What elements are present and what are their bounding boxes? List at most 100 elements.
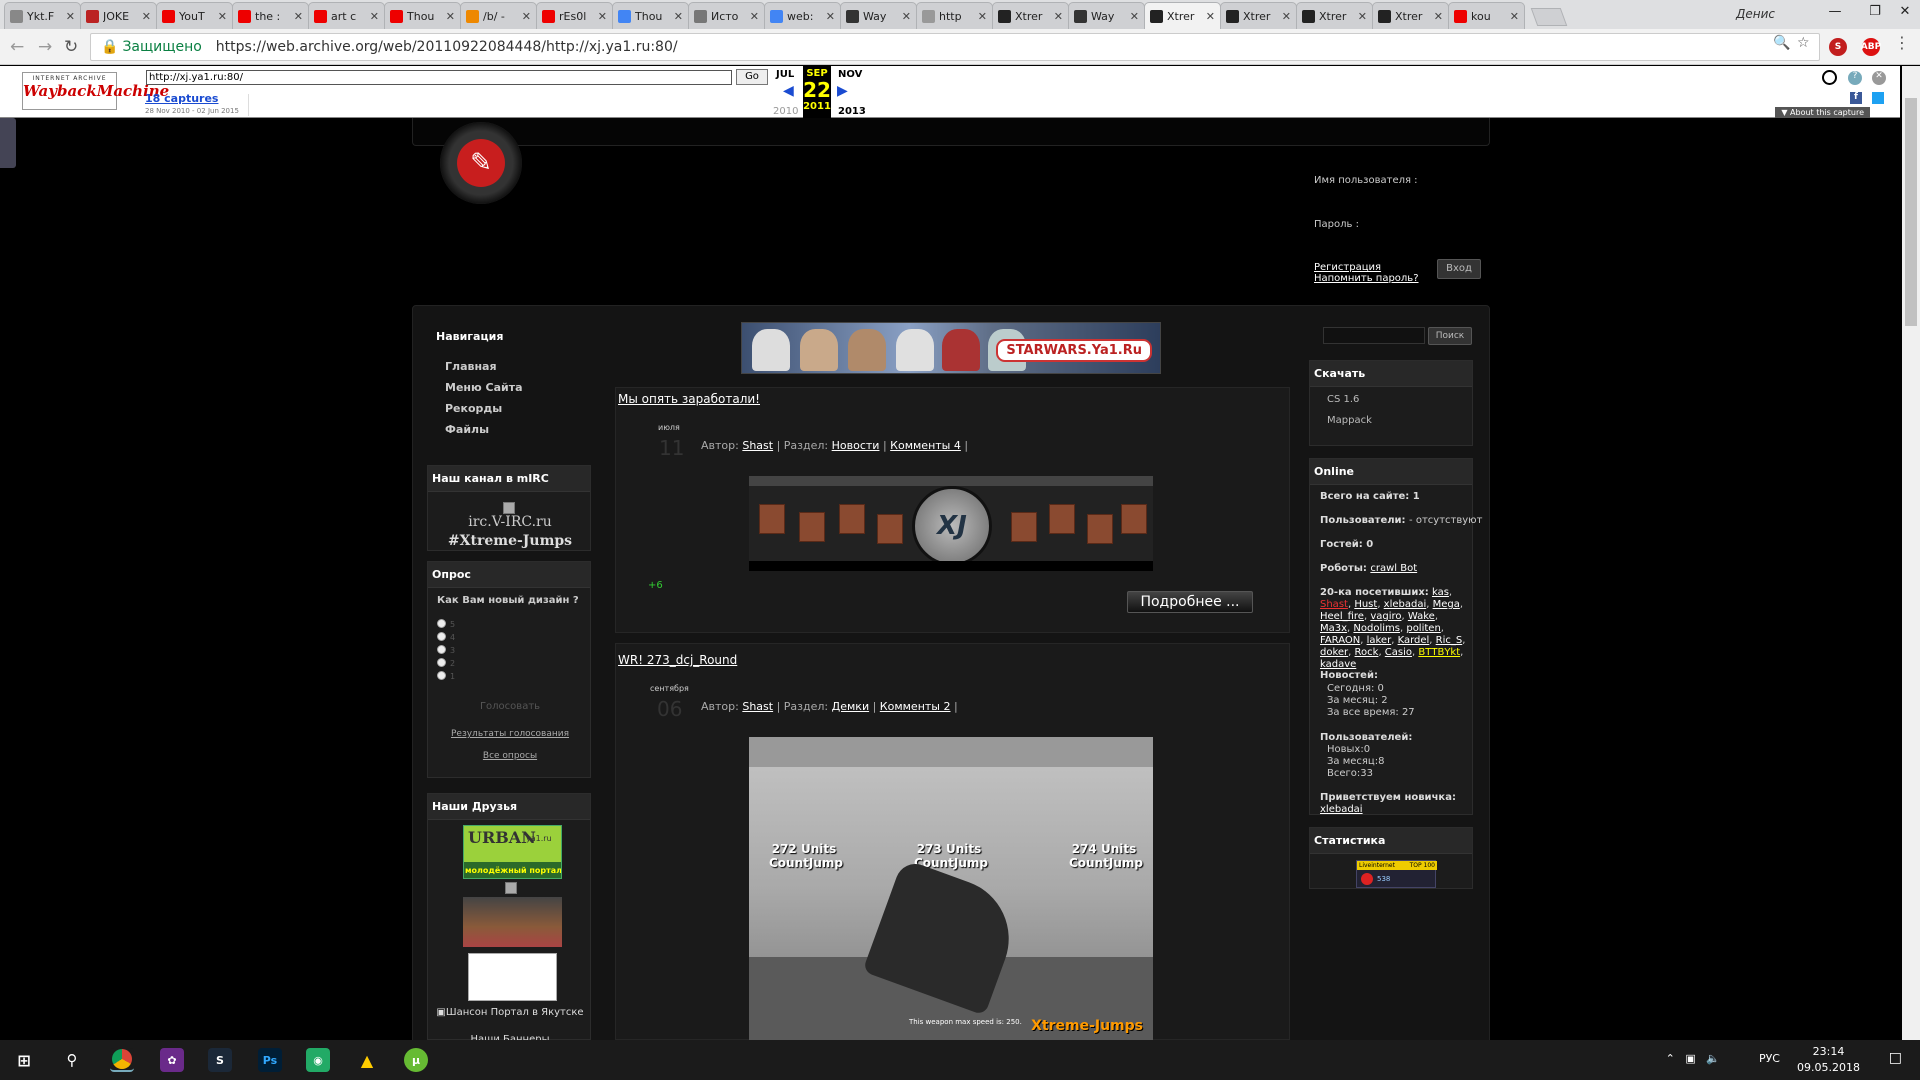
- network-icon[interactable]: ▣: [1685, 1052, 1695, 1065]
- tab-close-icon[interactable]: ✕: [750, 10, 759, 23]
- browser-tab[interactable]: Xtrer ✕: [1296, 2, 1373, 29]
- poll-option-radio[interactable]: [437, 671, 446, 680]
- browser-tab[interactable]: Ykt.F ✕: [4, 2, 81, 29]
- tab-close-icon[interactable]: ✕: [446, 10, 455, 23]
- tab-close-icon[interactable]: ✕: [1206, 10, 1215, 23]
- search-input[interactable]: [1323, 327, 1425, 344]
- wayback-go-button[interactable]: Go: [736, 69, 768, 85]
- visitor-link[interactable]: FARAON: [1320, 635, 1360, 646]
- extension-icon[interactable]: S: [1829, 38, 1847, 56]
- browser-tab[interactable]: Xtrer ✕: [1220, 2, 1297, 29]
- close-icon[interactable]: ✕: [1872, 71, 1886, 85]
- browser-tab[interactable]: Thou ✕: [612, 2, 689, 29]
- visitor-link[interactable]: kadave: [1320, 659, 1356, 670]
- post-title-link[interactable]: Мы опять заработали!: [618, 392, 760, 406]
- next-year[interactable]: 2013: [838, 106, 866, 117]
- user-icon[interactable]: [1822, 70, 1837, 85]
- prev-month[interactable]: JUL: [776, 69, 794, 80]
- visitor-link[interactable]: Ma3x: [1320, 623, 1347, 634]
- poll-option-radio[interactable]: [437, 632, 446, 641]
- chrome-icon[interactable]: [110, 1048, 134, 1072]
- tab-close-icon[interactable]: ✕: [1510, 10, 1519, 23]
- browser-tab[interactable]: Way ✕: [840, 2, 917, 29]
- prev-capture-icon[interactable]: ◀: [783, 83, 794, 99]
- steam-icon[interactable]: S: [208, 1048, 232, 1072]
- browser-tab[interactable]: /b/ - ✕: [460, 2, 537, 29]
- photoshop-icon[interactable]: Ps: [258, 1048, 282, 1072]
- tab-close-icon[interactable]: ✕: [902, 10, 911, 23]
- app-icon[interactable]: ▲: [355, 1048, 379, 1072]
- browser-tab[interactable]: Thou ✕: [384, 2, 461, 29]
- remind-password-link[interactable]: Напомнить пароль?: [1314, 273, 1419, 284]
- tab-close-icon[interactable]: ✕: [1434, 10, 1443, 23]
- browser-tab[interactable]: Way ✕: [1068, 2, 1145, 29]
- wayback-url-input[interactable]: http://xj.ya1.ru:80/: [146, 70, 732, 85]
- poll-option-radio[interactable]: [437, 658, 446, 667]
- visitor-link[interactable]: xlebadai: [1384, 599, 1427, 610]
- scrollbar-thumb[interactable]: [1905, 98, 1917, 326]
- nav-item-home[interactable]: Главная: [445, 360, 497, 373]
- side-extension-tab[interactable]: [0, 118, 16, 168]
- section-link[interactable]: Демки: [832, 700, 869, 713]
- next-capture-icon[interactable]: ▶: [837, 83, 848, 99]
- broken-banner-image[interactable]: [468, 953, 557, 1001]
- language-indicator[interactable]: РУС: [1759, 1052, 1780, 1065]
- tab-close-icon[interactable]: ✕: [1130, 10, 1139, 23]
- tab-close-icon[interactable]: ✕: [598, 10, 607, 23]
- browser-tab[interactable]: the : ✕: [232, 2, 309, 29]
- minimize-icon[interactable]: —: [1820, 4, 1850, 19]
- urban-banner[interactable]: URBAN ya1.ru молодёжный портал: [463, 825, 562, 879]
- read-more-button[interactable]: Подробнее ...: [1127, 591, 1253, 613]
- visitor-link[interactable]: Kardel: [1398, 635, 1430, 646]
- search-icon[interactable]: ⚲: [60, 1048, 84, 1072]
- section-link[interactable]: Новости: [832, 439, 880, 452]
- browser-tab[interactable]: kou ✕: [1448, 2, 1525, 29]
- back-icon[interactable]: ←: [10, 37, 24, 57]
- tab-close-icon[interactable]: ✕: [370, 10, 379, 23]
- app-icon[interactable]: ✿: [160, 1048, 184, 1072]
- nav-item-menu[interactable]: Меню Сайта: [445, 381, 523, 394]
- poll-option-radio[interactable]: [437, 645, 446, 654]
- volume-icon[interactable]: 🔈: [1706, 1052, 1720, 1065]
- page-scrollbar[interactable]: [1902, 66, 1920, 1040]
- next-month[interactable]: NOV: [838, 69, 862, 80]
- irc-server[interactable]: irc.V-IRC.ru: [428, 514, 592, 530]
- poll-results-link[interactable]: Результаты голосования: [428, 729, 592, 739]
- facebook-icon[interactable]: f: [1850, 92, 1862, 104]
- download-mappack[interactable]: Mappack: [1327, 415, 1372, 426]
- vote-button[interactable]: Голосовать: [428, 701, 592, 712]
- browser-tab[interactable]: Xtrer ✕: [1144, 2, 1221, 29]
- browser-tab[interactable]: rEs0l ✕: [536, 2, 613, 29]
- restore-icon[interactable]: ❐: [1860, 4, 1890, 19]
- nav-item-files[interactable]: Файлы: [445, 423, 489, 436]
- visitor-link[interactable]: politen: [1406, 623, 1440, 634]
- visitor-link[interactable]: Nodolims: [1353, 623, 1400, 634]
- visitor-link[interactable]: Shast: [1320, 599, 1348, 610]
- all-polls-link[interactable]: Все опросы: [428, 751, 592, 761]
- robot-link[interactable]: crawl Bot: [1370, 563, 1417, 574]
- irc-channel[interactable]: #Xtreme-Jumps: [428, 533, 592, 549]
- tab-close-icon[interactable]: ✕: [142, 10, 151, 23]
- browser-tab[interactable]: Xtrer ✕: [1372, 2, 1449, 29]
- visitor-link[interactable]: kas: [1432, 587, 1449, 598]
- captures-link[interactable]: 18 captures: [145, 92, 218, 105]
- forward-icon[interactable]: →: [38, 37, 52, 57]
- adblock-icon[interactable]: ABP: [1861, 38, 1881, 56]
- tab-close-icon[interactable]: ✕: [522, 10, 531, 23]
- tab-close-icon[interactable]: ✕: [978, 10, 987, 23]
- zoom-icon[interactable]: 🔍: [1773, 35, 1790, 51]
- profile-name[interactable]: Денис: [1736, 7, 1775, 21]
- close-window-icon[interactable]: ✕: [1890, 4, 1920, 19]
- tab-close-icon[interactable]: ✕: [66, 10, 75, 23]
- visitor-link[interactable]: vagiro: [1370, 611, 1401, 622]
- visitor-link[interactable]: Heel_fire: [1320, 611, 1364, 622]
- nav-item-records[interactable]: Рекорды: [445, 402, 502, 415]
- search-button[interactable]: Поиск: [1428, 327, 1472, 345]
- new-tab-button[interactable]: [1530, 8, 1568, 26]
- prev-year[interactable]: 2010: [773, 106, 798, 117]
- game-banner-image[interactable]: [463, 897, 562, 947]
- poll-option-radio[interactable]: [437, 619, 446, 628]
- visitor-link[interactable]: laker: [1367, 635, 1392, 646]
- menu-dots-icon[interactable]: ⋮: [1894, 33, 1910, 52]
- wayback-logo[interactable]: INTERNET ARCHIVE WaybackMachine: [22, 72, 169, 110]
